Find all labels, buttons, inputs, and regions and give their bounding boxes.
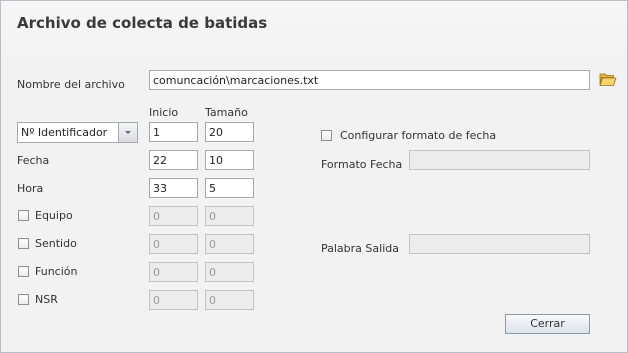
identifier-tamano-input[interactable] [205, 122, 254, 142]
funcion-checkbox[interactable] [18, 266, 29, 277]
fecha-inicio-input[interactable] [149, 150, 198, 170]
exit-word-input [409, 234, 590, 254]
funcion-inicio-input [149, 262, 198, 282]
equipo-tamano-input [205, 206, 254, 226]
nsr-tamano-input [205, 290, 254, 310]
inicio-column-header: Inicio [149, 106, 179, 119]
nsr-checkbox[interactable] [18, 294, 29, 305]
dialog-title: Archivo de colecta de batidas [17, 14, 268, 32]
identifier-type-value: Nº Identificador [21, 126, 108, 139]
close-button[interactable]: Cerrar [505, 314, 590, 334]
tamano-column-header: Tamaño [205, 106, 248, 119]
hora-tamano-input[interactable] [205, 178, 254, 198]
identifier-inicio-input[interactable] [149, 122, 198, 142]
funcion-tamano-input [205, 262, 254, 282]
sentido-inicio-input [149, 234, 198, 254]
configure-date-format-label: Configurar formato de fecha [340, 129, 497, 142]
sentido-checkbox[interactable] [18, 238, 29, 249]
file-name-input[interactable] [149, 70, 590, 90]
date-format-input [409, 150, 590, 170]
fecha-tamano-input[interactable] [205, 150, 254, 170]
file-name-label: Nombre del archivo [17, 78, 125, 91]
equipo-label: Equipo [35, 209, 73, 222]
equipo-checkbox[interactable] [18, 210, 29, 221]
identifier-type-select[interactable]: Nº Identificador [17, 122, 138, 143]
nsr-label: NSR [35, 293, 58, 306]
hora-inicio-input[interactable] [149, 178, 198, 198]
equipo-inicio-input [149, 206, 198, 226]
folder-open-icon[interactable] [599, 71, 617, 87]
configure-date-format-checkbox[interactable] [321, 130, 332, 141]
sentido-label: Sentido [35, 237, 77, 250]
exit-word-label: Palabra Salida [321, 242, 399, 255]
collect-file-dialog: Archivo de colecta de batidas Nombre del… [0, 0, 628, 353]
sentido-tamano-input [205, 234, 254, 254]
fecha-label: Fecha [17, 154, 50, 167]
date-format-label: Formato Fecha [321, 158, 403, 171]
funcion-label: Función [35, 265, 78, 278]
hora-label: Hora [17, 182, 44, 195]
chevron-down-icon[interactable] [118, 123, 137, 142]
nsr-inicio-input [149, 290, 198, 310]
